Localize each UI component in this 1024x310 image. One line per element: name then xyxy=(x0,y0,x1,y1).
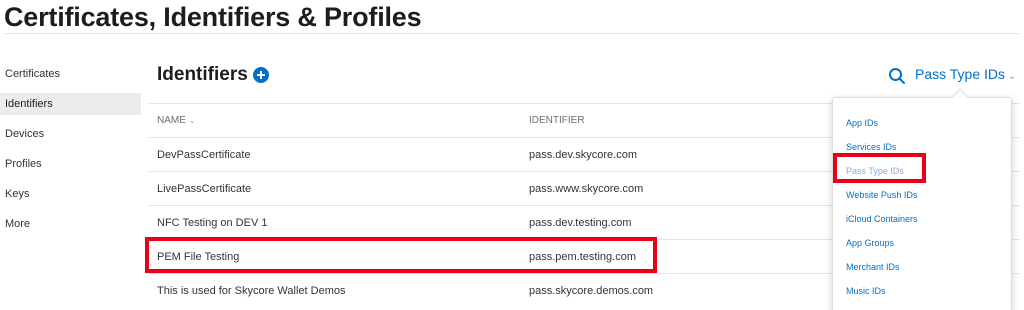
menu-item-merchant-ids[interactable]: Merchant IDs xyxy=(833,258,1011,282)
sidebar-item-devices[interactable]: Devices xyxy=(0,123,141,145)
annotation-highlight-menu-item xyxy=(833,153,926,183)
annotation-highlight-row xyxy=(145,237,657,273)
plus-circle-icon[interactable] xyxy=(252,67,269,83)
row-identifier: pass.skycore.demos.com xyxy=(529,285,654,297)
sidebar-item-certificates[interactable]: Certificates xyxy=(0,63,141,85)
row-identifier: pass.www.skycore.com xyxy=(529,183,644,195)
menu-item-app-groups[interactable]: App Groups xyxy=(833,234,1011,258)
row-name: This is used for Skycore Wallet Demos xyxy=(157,285,346,297)
sort-chevron-icon: ⌄ xyxy=(188,116,196,125)
sidebar: Certificates Identifiers Devices Profile… xyxy=(0,63,141,243)
chevron-down-icon: ⌄ xyxy=(1008,71,1017,82)
sidebar-item-keys[interactable]: Keys xyxy=(0,183,141,205)
row-identifier: pass.dev.testing.com xyxy=(529,217,632,229)
identifier-type-dropdown: App IDs Services IDs Pass Type IDs Websi… xyxy=(832,97,1012,310)
row-name: DevPassCertificate xyxy=(157,149,251,161)
sidebar-item-more[interactable]: More xyxy=(0,213,141,235)
sidebar-item-profiles[interactable]: Profiles xyxy=(0,153,141,175)
column-header-identifier: IDENTIFIER xyxy=(529,115,585,126)
page: Certificates, Identifiers & Profiles Cer… xyxy=(0,0,1024,310)
dropdown-menu-list: App IDs Services IDs Pass Type IDs Websi… xyxy=(833,114,1011,306)
section-header: Identifiers xyxy=(157,64,269,86)
row-name: LivePassCertificate xyxy=(157,183,252,195)
column-header-name[interactable]: NAME ⌄ xyxy=(157,104,196,138)
menu-item-music-ids[interactable]: Music IDs xyxy=(833,282,1011,306)
search-icon[interactable] xyxy=(888,67,906,85)
row-identifier: pass.dev.skycore.com xyxy=(529,149,638,161)
identifier-type-select-value: Pass Type IDs xyxy=(915,66,1006,82)
row-name: NFC Testing on DEV 1 xyxy=(157,217,268,229)
sidebar-item-identifiers[interactable]: Identifiers xyxy=(0,93,141,115)
menu-item-icloud-containers[interactable]: iCloud Containers xyxy=(833,210,1011,234)
section-title: Identifiers xyxy=(157,64,248,85)
title-divider xyxy=(4,33,1020,34)
identifier-type-select[interactable]: Pass Type IDs ⌄ xyxy=(915,66,1016,82)
menu-item-website-push-ids[interactable]: Website Push IDs xyxy=(833,186,1011,210)
menu-item-app-ids[interactable]: App IDs xyxy=(833,114,1011,138)
page-title: Certificates, Identifiers & Profiles xyxy=(4,2,422,32)
column-header-name-label: NAME xyxy=(157,115,186,126)
